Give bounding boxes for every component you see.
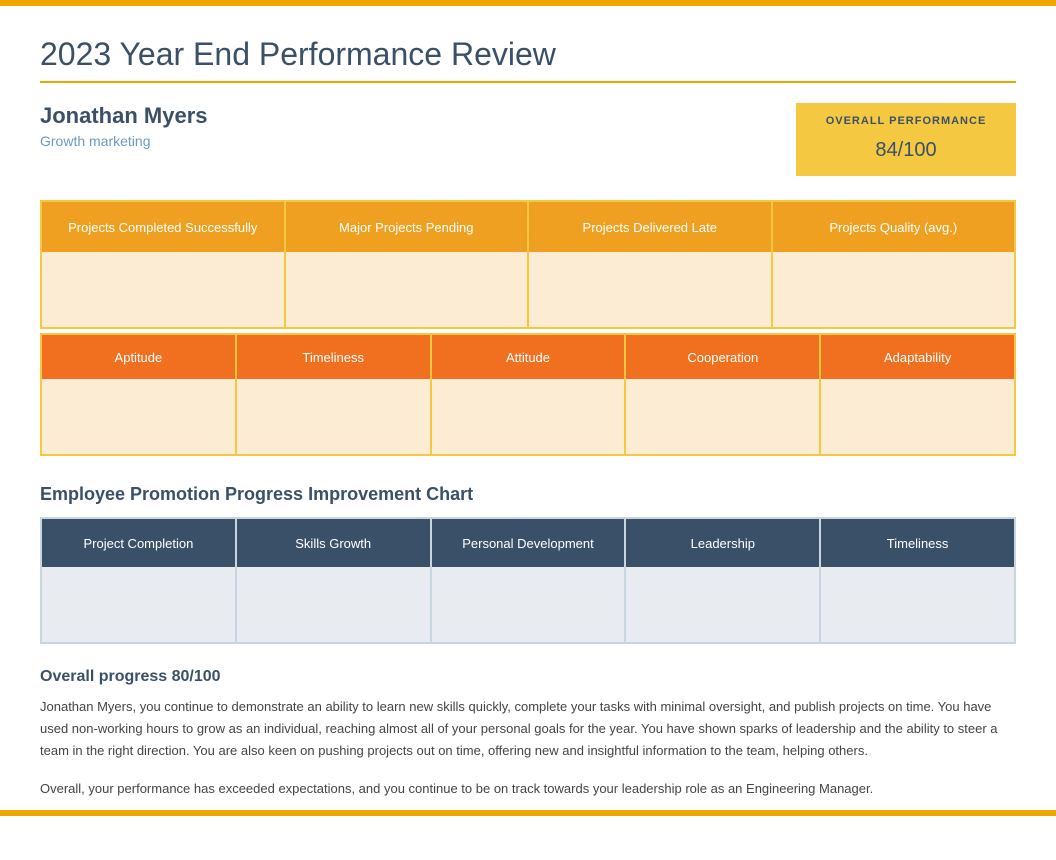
score-value: 84: [875, 139, 897, 161]
overall-progress-paragraph2: Overall, your performance has exceeded e…: [40, 778, 1016, 800]
attr-body: [821, 379, 1014, 454]
stat-cell: Projects Quality (avg.): [772, 201, 1016, 328]
promo-body: [432, 567, 625, 642]
attr-body: [42, 379, 235, 454]
stat-header: Projects Completed Successfully: [42, 202, 284, 252]
promo-cell: Leadership: [625, 518, 820, 643]
stat-header: Projects Delivered Late: [529, 202, 771, 252]
header-row: Jonathan Myers Growth marketing OVERALL …: [40, 103, 1016, 176]
page-title: 2023 Year End Performance Review: [40, 36, 1016, 73]
attr-header: Timeliness: [237, 335, 430, 379]
stat-body: [529, 252, 771, 327]
attr-header: Aptitude: [42, 335, 235, 379]
attributes-grid: Aptitude Timeliness Attitude Cooperation…: [40, 333, 1016, 456]
stat-cell: Projects Completed Successfully: [41, 201, 285, 328]
attr-cell: Aptitude: [41, 334, 236, 455]
attr-body: [432, 379, 625, 454]
promotion-chart-title: Employee Promotion Progress Improvement …: [40, 484, 1016, 505]
bottom-bar: [0, 810, 1056, 816]
attr-header: Adaptability: [821, 335, 1014, 379]
score-out-of: /100: [898, 139, 937, 161]
employee-name: Jonathan Myers: [40, 103, 208, 129]
stat-body: [773, 252, 1015, 327]
stat-body: [42, 252, 284, 327]
promo-header: Project Completion: [42, 519, 235, 567]
promo-cell: Project Completion: [41, 518, 236, 643]
title-divider: [40, 81, 1016, 83]
attr-body: [237, 379, 430, 454]
promo-header: Timeliness: [821, 519, 1014, 567]
stat-header: Projects Quality (avg.): [773, 202, 1015, 252]
stat-cell: Major Projects Pending: [285, 201, 529, 328]
stat-header: Major Projects Pending: [286, 202, 528, 252]
promo-cell: Skills Growth: [236, 518, 431, 643]
attr-header: Cooperation: [626, 335, 819, 379]
overall-progress-paragraph1: Jonathan Myers, you continue to demonstr…: [40, 696, 1016, 762]
attr-header: Attitude: [432, 335, 625, 379]
promo-body: [821, 567, 1014, 642]
promo-header: Skills Growth: [237, 519, 430, 567]
employee-info: Jonathan Myers Growth marketing: [40, 103, 208, 149]
stats-grid: Projects Completed Successfully Major Pr…: [40, 200, 1016, 329]
promo-body: [626, 567, 819, 642]
overall-badge: OVERALL PERFORMANCE 84/100: [796, 103, 1016, 176]
promo-body: [42, 567, 235, 642]
attr-cell: Cooperation: [625, 334, 820, 455]
main-container: 2023 Year End Performance Review Jonatha…: [0, 6, 1056, 860]
employee-role: Growth marketing: [40, 133, 208, 149]
promo-header: Personal Development: [432, 519, 625, 567]
overall-progress-title: Overall progress 80/100: [40, 668, 1016, 686]
promo-header: Leadership: [626, 519, 819, 567]
promotion-grid: Project Completion Skills Growth Persona…: [40, 517, 1016, 644]
attr-cell: Attitude: [431, 334, 626, 455]
promo-cell: Timeliness: [820, 518, 1015, 643]
stat-body: [286, 252, 528, 327]
attr-cell: Adaptability: [820, 334, 1015, 455]
overall-score: 84/100: [820, 127, 992, 164]
promo-body: [237, 567, 430, 642]
overall-label: OVERALL PERFORMANCE: [820, 115, 992, 127]
attr-cell: Timeliness: [236, 334, 431, 455]
promo-cell: Personal Development: [431, 518, 626, 643]
stat-cell: Projects Delivered Late: [528, 201, 772, 328]
attr-body: [626, 379, 819, 454]
